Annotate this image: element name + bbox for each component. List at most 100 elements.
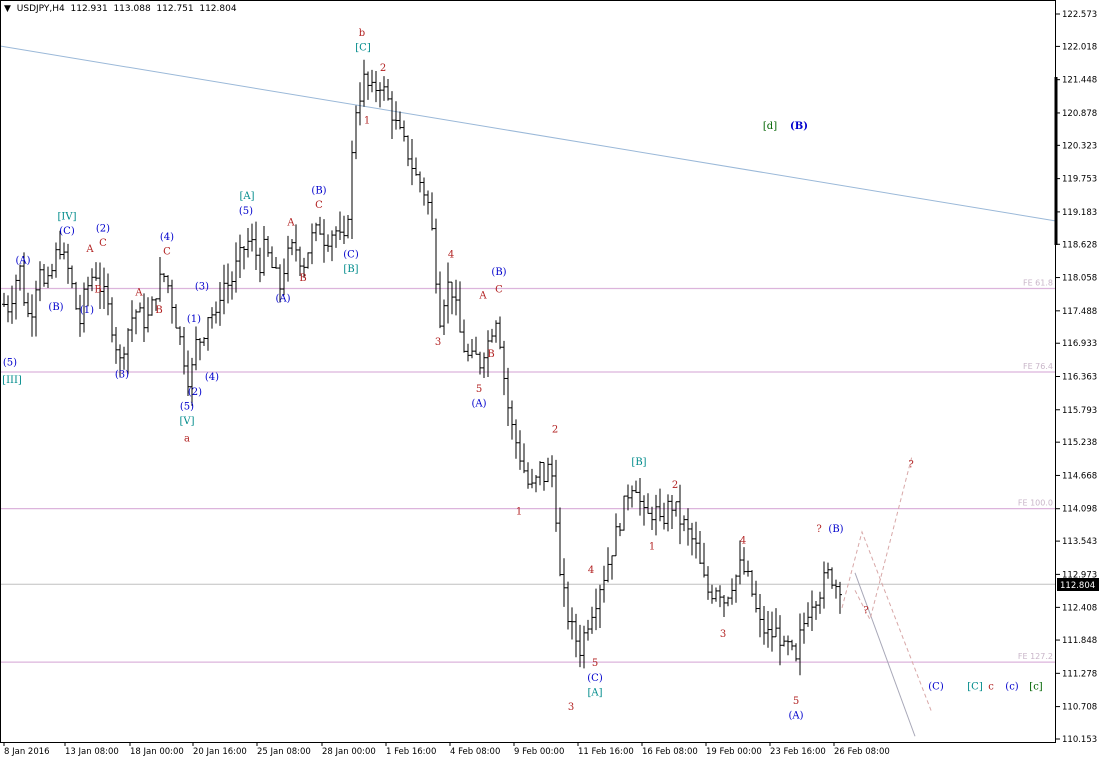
x-tick-label-0: 8 Jan 2016 bbox=[4, 747, 50, 757]
wave-label-47: 1 bbox=[516, 506, 522, 517]
wave-label-30: (1) bbox=[187, 314, 201, 325]
y-tick-label-19: 111.848 bbox=[1062, 636, 1097, 646]
projection-lines bbox=[841, 455, 933, 737]
projection-dashed-1 bbox=[841, 530, 933, 714]
wave-label-49: 2 bbox=[672, 480, 678, 491]
wave-label-19: C bbox=[99, 238, 107, 249]
price-axis: 122.573 122.018 121.448 120.878 120.323 119.7… bbox=[1056, 10, 1097, 745]
wave-label-36: a bbox=[184, 433, 190, 444]
price-box-label: 112.804 bbox=[1060, 581, 1095, 591]
close-value: 112.804 bbox=[199, 4, 237, 14]
wave-label-18: (2) bbox=[96, 223, 110, 234]
wave-label-35: [V] bbox=[179, 416, 194, 427]
wave-label-8: 4 bbox=[448, 250, 454, 261]
wave-label-43: A bbox=[286, 217, 295, 228]
wave-label-29: (3) bbox=[195, 282, 209, 293]
y-tick-label-13: 115.238 bbox=[1062, 438, 1097, 448]
wave-label-61: (B) bbox=[828, 524, 843, 535]
y-tick-label-22: 110.153 bbox=[1062, 735, 1097, 745]
y-tick-label-1: 122.018 bbox=[1062, 42, 1097, 52]
wave-label-33: (2) bbox=[188, 387, 202, 398]
x-tick-label-8: 9 Feb 00:00 bbox=[514, 747, 564, 757]
x-tick-label-9: 11 Feb 16:00 bbox=[578, 747, 634, 757]
projection-solid bbox=[854, 572, 916, 737]
wave-label-11: A bbox=[478, 290, 487, 301]
y-tick-label-12: 115.793 bbox=[1062, 406, 1097, 416]
x-tick-label-7: 4 Feb 08:00 bbox=[450, 747, 500, 757]
wave-label-0: b bbox=[359, 28, 365, 39]
wave-label-14: 5 bbox=[476, 384, 482, 395]
wave-label-6: (C) bbox=[343, 250, 359, 261]
wave-label-65: [C] bbox=[967, 682, 983, 693]
chart-header: ▼ USDJPY,H4 112.931 113.088 112.751 112.… bbox=[4, 4, 237, 14]
wave-label-52: 4 bbox=[740, 536, 746, 547]
wave-label-34: (5) bbox=[180, 401, 194, 412]
wave-label-42: C bbox=[315, 200, 323, 211]
wave-label-20: A bbox=[85, 244, 94, 255]
x-tick-label-5: 28 Jan 00:00 bbox=[322, 747, 376, 757]
wave-label-51: 4 bbox=[588, 565, 594, 576]
wave-label-28: C bbox=[163, 247, 171, 258]
wave-label-38: [III] bbox=[2, 375, 22, 386]
wave-label-60: ? bbox=[816, 524, 821, 535]
wave-label-13: 3 bbox=[435, 337, 441, 348]
y-tick-label-8: 118.058 bbox=[1062, 274, 1097, 284]
wave-label-50: 1 bbox=[649, 541, 655, 552]
wave-label-9: (B) bbox=[491, 267, 506, 278]
wave-label-12: B bbox=[487, 349, 494, 360]
y-tick-label-4: 120.323 bbox=[1062, 141, 1097, 151]
wave-label-54: 5 bbox=[592, 658, 598, 669]
dropdown-triangle-icon[interactable]: ▼ bbox=[4, 4, 11, 14]
low-value: 112.751 bbox=[156, 4, 194, 14]
wave-label-15: (A) bbox=[471, 398, 486, 409]
wave-label-22: B bbox=[94, 285, 101, 296]
wave-label-63: ? bbox=[863, 606, 868, 617]
fib-label-1: FE 76.4 bbox=[1023, 362, 1053, 371]
wave-label-32: (4) bbox=[205, 372, 219, 383]
wave-label-3: 1 bbox=[364, 115, 370, 126]
wave-label-41: (B) bbox=[311, 185, 326, 196]
y-tick-label-9: 117.488 bbox=[1062, 307, 1097, 317]
wave-labels: b[C]21[d] (B)(C)[B]4(B)CAB35(A)[IV](C) (2)… bbox=[2, 28, 1043, 722]
price-bars bbox=[2, 59, 842, 676]
wave-label-67: (c) bbox=[1005, 682, 1019, 693]
x-tick-label-11: 19 Feb 00:00 bbox=[706, 747, 762, 757]
wave-label-27: (4) bbox=[160, 232, 174, 243]
wave-label-4: [d] bbox=[763, 121, 777, 132]
time-axis: 8 Jan 2016 13 Jan 08:00 18 Jan 00:00 20 Jan… bbox=[3, 742, 890, 757]
wave-label-56: [A] bbox=[587, 687, 602, 698]
wave-label-24: (1) bbox=[80, 305, 94, 316]
wave-label-7: [B] bbox=[343, 264, 358, 275]
x-tick-label-13: 26 Feb 08:00 bbox=[834, 747, 890, 757]
wave-label-40: (5) bbox=[239, 206, 253, 217]
wave-label-44: B bbox=[299, 273, 306, 284]
x-tick-label-10: 16 Feb 08:00 bbox=[642, 747, 698, 757]
x-tick-label-3: 20 Jan 16:00 bbox=[193, 747, 247, 757]
y-tick-label-7: 118.628 bbox=[1062, 240, 1097, 250]
high-value: 113.088 bbox=[113, 4, 151, 14]
y-tick-label-10: 116.933 bbox=[1062, 339, 1097, 349]
wave-label-2: 2 bbox=[380, 63, 386, 74]
trend-line bbox=[0, 45, 1057, 222]
wave-label-1: [C] bbox=[355, 42, 371, 53]
x-tick-label-4: 25 Jan 08:00 bbox=[257, 747, 311, 757]
wave-label-10: C bbox=[495, 285, 503, 296]
fib-label-0: FE 61.8 bbox=[1023, 279, 1053, 288]
y-tick-label-15: 114.098 bbox=[1062, 505, 1097, 515]
wave-label-21: (A) bbox=[15, 255, 30, 266]
y-tick-label-11: 116.363 bbox=[1062, 373, 1097, 383]
wave-label-37: (5) bbox=[3, 358, 17, 369]
wave-label-58: 5 bbox=[793, 696, 799, 707]
wave-label-66: c bbox=[988, 682, 994, 693]
wave-label-46: 2 bbox=[552, 425, 558, 436]
y-tick-label-21: 110.708 bbox=[1062, 703, 1097, 713]
price-chart[interactable]: FE 61.8 FE 76.4 FE 100.0 FE 127.2 b [C] 2 1 [d]… bbox=[0, 0, 1099, 763]
wave-label-64: (C) bbox=[928, 682, 944, 693]
y-tick-label-20: 111.278 bbox=[1062, 669, 1097, 679]
y-tick-label-2: 121.448 bbox=[1062, 76, 1097, 86]
fib-label-2: FE 100.0 bbox=[1018, 499, 1053, 508]
y-tick-label-6: 119.183 bbox=[1062, 208, 1097, 218]
wave-label-55: (C) bbox=[587, 673, 603, 684]
x-tick-label-2: 18 Jan 00:00 bbox=[130, 747, 184, 757]
wave-label-45: (A) bbox=[275, 293, 290, 304]
